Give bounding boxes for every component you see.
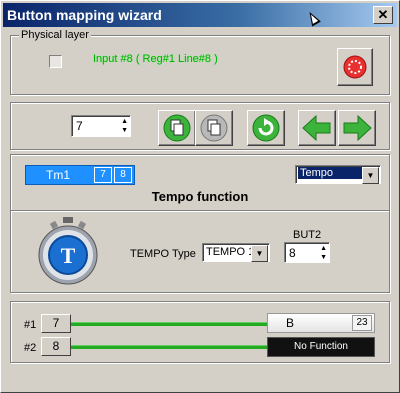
stop-button[interactable] bbox=[337, 48, 373, 86]
but-spinner[interactable]: 8 ▲ ▼ bbox=[284, 242, 330, 263]
tm-badge-1: 7 bbox=[94, 167, 112, 183]
paste-button[interactable] bbox=[195, 110, 233, 146]
refresh-button[interactable] bbox=[247, 110, 285, 146]
next-button[interactable] bbox=[338, 110, 376, 146]
stop-icon bbox=[343, 55, 367, 79]
physical-layer-checkbox[interactable] bbox=[49, 55, 62, 68]
row-2-target[interactable]: No Function bbox=[267, 337, 375, 357]
row-1-target-badge: 23 bbox=[352, 315, 372, 331]
chevron-down-icon[interactable]: ▼ bbox=[362, 167, 379, 184]
physical-layer-label: Physical layer bbox=[19, 29, 91, 41]
but-value: 8 bbox=[289, 246, 296, 260]
input-info-text: Input #8 ( Reg#1 Line#8 ) bbox=[93, 53, 218, 65]
toolbar-group: 7 ▲ ▼ bbox=[10, 102, 390, 150]
close-button[interactable]: ✕ bbox=[373, 6, 393, 24]
row-1-target[interactable]: B 23 bbox=[267, 313, 375, 333]
tm-badge-2: 8 bbox=[114, 167, 132, 183]
function-title: Tempo function bbox=[151, 189, 249, 204]
row-1-target-label: B bbox=[286, 316, 295, 330]
tempo-panel: Tm1 7 8 Tempo ▼ Tempo function T TEMPO T… bbox=[10, 154, 390, 293]
physical-layer-group: Physical layer Input #8 ( Reg#1 Line#8 ) bbox=[10, 29, 390, 95]
but-label: BUT2 bbox=[293, 229, 322, 241]
mouse-cursor-icon bbox=[305, 9, 321, 27]
refresh-icon bbox=[252, 114, 280, 142]
svg-text:T: T bbox=[61, 243, 76, 268]
row-2-link-line bbox=[71, 345, 267, 349]
tm-selector[interactable]: Tm1 7 8 bbox=[25, 165, 135, 185]
copy-button[interactable] bbox=[158, 110, 196, 146]
chevron-down-icon[interactable]: ▼ bbox=[251, 245, 268, 262]
function-dropdown[interactable]: Tempo ▼ bbox=[295, 165, 381, 184]
tempo-type-label: TEMPO Type bbox=[130, 248, 196, 260]
spinner-arrows-icon[interactable]: ▲ ▼ bbox=[121, 117, 128, 135]
stopwatch-icon: T bbox=[38, 217, 98, 285]
spinner-value: 7 bbox=[76, 119, 83, 133]
tempo-type-value: TEMPO 1 bbox=[206, 246, 255, 258]
wizard-window: Button mapping wizard ✕ Physical layer I… bbox=[0, 0, 400, 393]
previous-button[interactable] bbox=[298, 110, 336, 146]
arrow-left-icon bbox=[302, 114, 331, 142]
row-2-label: #2 bbox=[24, 342, 37, 354]
divider bbox=[11, 210, 389, 212]
mapping-group: #1 7 B 23 #2 8 No Function bbox=[10, 301, 390, 363]
row-1-button[interactable]: 7 bbox=[41, 314, 71, 333]
row-1-label: #1 bbox=[24, 319, 37, 331]
paste-icon bbox=[200, 114, 228, 142]
arrow-right-icon bbox=[343, 114, 372, 142]
tempo-type-dropdown[interactable]: TEMPO 1 ▼ bbox=[202, 243, 270, 262]
spinner-arrows-icon[interactable]: ▲ ▼ bbox=[320, 244, 327, 262]
copy-icon bbox=[163, 114, 191, 142]
row-2-button[interactable]: 8 bbox=[41, 337, 71, 356]
number-spinner[interactable]: 7 ▲ ▼ bbox=[71, 115, 131, 137]
tm-label: Tm1 bbox=[46, 168, 70, 182]
title-bar[interactable]: Button mapping wizard ✕ bbox=[3, 3, 397, 27]
row-1-link-line bbox=[71, 322, 267, 326]
window-title: Button mapping wizard bbox=[7, 7, 162, 23]
function-dropdown-value: Tempo bbox=[298, 167, 362, 179]
